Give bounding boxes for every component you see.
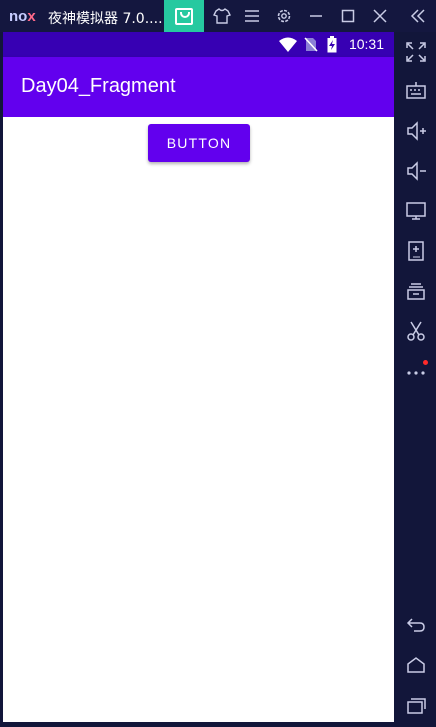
shopping-bag-icon	[175, 7, 193, 25]
home-icon	[407, 657, 425, 673]
minimize-icon	[310, 15, 322, 17]
home-button[interactable]	[402, 651, 430, 679]
collapse-sidebar-button[interactable]	[400, 0, 436, 32]
volume-up-icon	[407, 121, 426, 141]
keyboard-icon	[406, 82, 426, 99]
volume-up-button[interactable]	[402, 117, 430, 145]
back-icon	[406, 618, 425, 632]
screenshot-button[interactable]	[402, 317, 430, 345]
fragment-content: BUTTON	[3, 117, 394, 722]
menu-button[interactable]	[234, 0, 270, 32]
gear-icon	[277, 9, 291, 23]
battery-charging-icon	[327, 36, 337, 53]
back-button[interactable]	[402, 611, 430, 639]
close-icon	[373, 9, 387, 23]
maximize-button[interactable]	[330, 0, 366, 32]
recent-apps-button[interactable]	[402, 691, 430, 719]
fullscreen-icon	[406, 42, 426, 62]
volume-down-button[interactable]	[402, 157, 430, 185]
monitor-icon	[406, 202, 426, 220]
emulator-sidebar	[396, 32, 436, 727]
multi-instance-button[interactable]	[402, 277, 430, 305]
fullscreen-button[interactable]	[402, 38, 430, 66]
settings-button[interactable]	[266, 0, 302, 32]
recent-apps-icon	[407, 698, 426, 714]
status-time: 10:31	[348, 36, 384, 52]
apk-install-button[interactable]	[402, 237, 430, 265]
maximize-icon	[341, 9, 355, 23]
wifi-icon	[279, 37, 297, 52]
scissors-icon	[407, 321, 425, 341]
volume-down-icon	[407, 161, 426, 181]
android-screen: 10:31 Day04_Fragment BUTTON	[3, 32, 394, 722]
main-button[interactable]: BUTTON	[148, 124, 250, 162]
shirt-icon	[213, 8, 231, 24]
more-button[interactable]	[402, 356, 430, 384]
app-bar: Day04_Fragment	[3, 57, 394, 117]
app-store-button[interactable]	[164, 0, 204, 32]
app-title: Day04_Fragment	[21, 75, 176, 97]
close-button[interactable]	[362, 0, 398, 32]
emulator-title-bar: nox 夜神模拟器 7.0....	[0, 0, 436, 32]
screen-button[interactable]	[402, 197, 430, 225]
no-sim-icon	[304, 37, 318, 52]
nox-logo: nox	[9, 8, 36, 25]
keyboard-button[interactable]	[402, 77, 430, 105]
apk-install-icon	[408, 241, 424, 261]
notification-dot	[423, 360, 428, 365]
hamburger-icon	[245, 10, 259, 22]
minimize-button[interactable]	[298, 0, 334, 32]
multi-instance-icon	[407, 283, 425, 300]
status-bar: 10:31	[3, 32, 394, 57]
window-title: 夜神模拟器 7.0....	[48, 11, 163, 27]
double-chevron-left-icon	[410, 9, 425, 23]
